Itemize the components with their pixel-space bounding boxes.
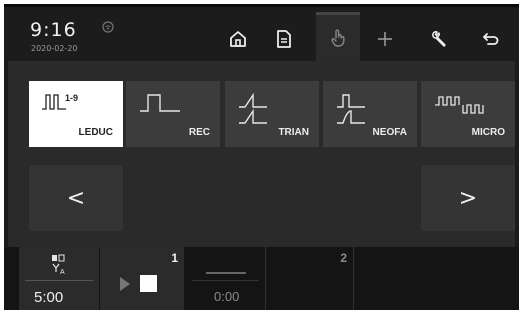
wifi-icon [102,21,114,33]
slot-separator [192,280,259,281]
back-button[interactable] [469,17,513,61]
channel2-number: 2 [340,251,347,265]
timer-value: 5:00 [34,289,64,306]
home-button[interactable] [216,17,260,61]
document-button[interactable] [262,17,306,61]
settings-button[interactable] [417,17,461,61]
waveform-label-leduc: LEDUC [78,127,113,138]
document-icon [277,30,291,48]
electrode-icon: A [52,254,65,275]
rectangular-wave-icon [140,94,180,112]
channel1-play-stop[interactable]: 1 [100,247,184,310]
leduc-wave-icon [42,94,66,110]
bottom-bar: A 5:00 1 0:00 2 [4,247,519,310]
micro-wave-icon [435,96,484,114]
return-arrow-icon [483,33,499,45]
channel1-slot[interactable]: 0:00 [186,247,266,310]
home-icon [230,31,246,47]
timer-separator [25,280,93,281]
waveform-neofa-button[interactable]: NEOFA [323,81,417,147]
timer-cell[interactable]: A 5:00 [19,247,99,310]
hand-pointer-icon [331,29,345,47]
stop-icon [140,275,157,292]
clock-date: 2020-02-20 [31,44,78,53]
waveform-trian-button[interactable]: TRIAN [225,81,319,147]
prev-page-button[interactable]: < [29,165,123,231]
waveform-label-micro: MICRO [471,127,505,138]
header-bar: 9:16 2020-02-20 [4,7,519,61]
waveform-leduc-button[interactable]: 1-9 LEDUC [29,81,123,147]
waveform-label-trian: TRIAN [278,127,309,138]
triangular-wave-icon [239,92,267,124]
add-button[interactable] [363,17,407,61]
svg-text:A: A [60,269,65,275]
next-page-button[interactable]: > [421,165,515,231]
waveform-rec-button[interactable]: REC [126,81,220,147]
device-screen: 9:16 2020-02-20 1-9 LEDUC REC TRIAN NEOF… [4,4,519,310]
hand-button[interactable] [316,12,360,61]
clock-time: 9:16 [30,19,77,41]
waveform-panel: 1-9 LEDUC REC TRIAN NEOFA MICRO < > [8,61,515,247]
waveform-label-rec: REC [188,127,210,138]
leduc-tag: 1-9 [65,93,79,103]
waveform-micro-button[interactable]: MICRO [421,81,515,147]
play-icon [120,277,130,291]
channel1-time: 0:00 [214,289,240,304]
channel2-slot[interactable]: 2 [268,247,354,310]
empty-dash [206,272,246,274]
waveform-label-neofa: NEOFA [372,127,407,138]
channel1-number: 1 [171,251,178,265]
plus-icon [378,32,392,46]
wrench-icon [432,31,446,47]
